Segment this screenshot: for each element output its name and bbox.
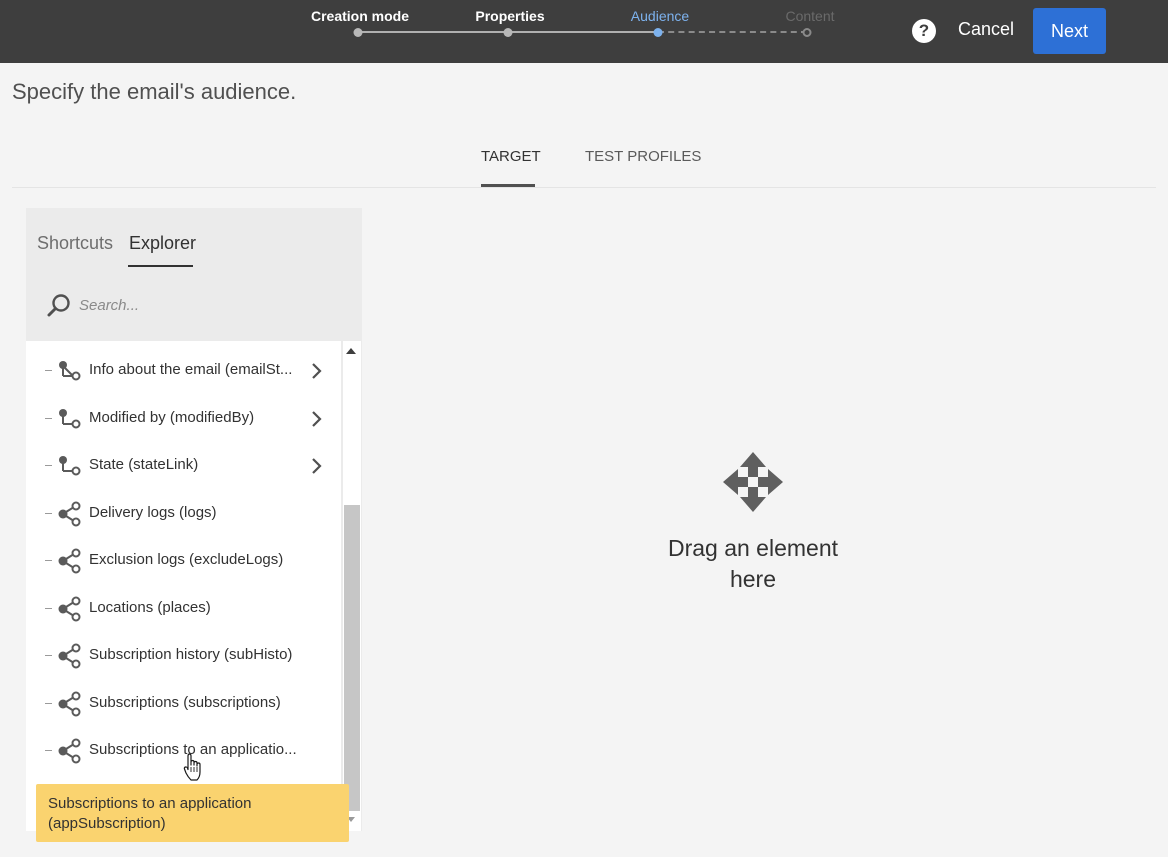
- cancel-button[interactable]: Cancel: [958, 19, 1014, 40]
- tooltip-line-2: (appSubscription): [48, 815, 166, 832]
- active-subtab-indicator: [128, 265, 193, 267]
- search-icon[interactable]: [46, 292, 72, 318]
- step-dot-creation-mode: [353, 28, 363, 37]
- link-icon: [59, 456, 81, 476]
- tabs-divider: [12, 187, 1156, 188]
- tree-item-label: Exclusion logs (excludeLogs): [89, 551, 284, 568]
- collection-link-icon: [58, 691, 81, 717]
- tree-item-label: State (stateLink): [89, 456, 199, 473]
- page-title: Specify the email's audience.: [12, 79, 297, 104]
- tab-test-profiles[interactable]: TEST PROFILES: [585, 148, 701, 165]
- link-icon: [59, 361, 81, 381]
- tree-item-delivery-logs[interactable]: Delivery logs (logs): [26, 492, 341, 536]
- chevron-right-icon[interactable]: [310, 457, 322, 475]
- tree-item-modified-by[interactable]: Modified by (modifiedBy): [26, 397, 341, 441]
- tree-item-locations[interactable]: Locations (places): [26, 587, 341, 631]
- chevron-right-icon[interactable]: [310, 410, 322, 428]
- progress-line-remaining: [658, 31, 807, 33]
- tree-item-subscriptions[interactable]: Subscriptions (subscriptions): [26, 682, 341, 726]
- scroll-up-arrow-icon[interactable]: [346, 348, 356, 354]
- tree-item-label: Subscription history (subHisto): [89, 646, 293, 663]
- tree-item-state[interactable]: State (stateLink): [26, 444, 341, 488]
- tree-connector: [45, 750, 52, 751]
- step-dot-content: [802, 28, 812, 37]
- drop-zone-line-1: Drag an element: [667, 535, 839, 561]
- hand-cursor-icon: [183, 753, 201, 781]
- tab-target[interactable]: TARGET: [481, 148, 541, 165]
- tree-connector: [45, 418, 52, 419]
- item-tooltip: Subscriptions to an application (appSubs…: [36, 784, 349, 842]
- chevron-right-icon[interactable]: [310, 362, 322, 380]
- collection-link-icon: [58, 738, 81, 764]
- step-content: Content: [785, 8, 835, 24]
- wizard-header: Creation mode Properties Audience Conten…: [0, 0, 1168, 63]
- tree-connector: [45, 608, 52, 609]
- tree-connector: [45, 465, 52, 466]
- tree-item-label: Modified by (modifiedBy): [89, 409, 255, 426]
- tree-connector: [45, 655, 52, 656]
- tree-connector: [45, 560, 52, 561]
- collection-link-icon: [58, 548, 81, 574]
- step-dot-properties: [503, 28, 513, 37]
- step-properties[interactable]: Properties: [475, 8, 544, 24]
- tree-item-label: Locations (places): [89, 599, 211, 616]
- tooltip-line-1: Subscriptions to an application: [48, 795, 252, 812]
- tree-item-label: Info about the email (emailSt...: [89, 361, 293, 378]
- next-button[interactable]: Next: [1033, 8, 1106, 54]
- scrollbar-thumb[interactable]: [344, 505, 360, 811]
- collection-link-icon: [58, 596, 81, 622]
- link-icon: [59, 409, 81, 429]
- subtab-explorer[interactable]: Explorer: [129, 233, 196, 254]
- move-icon: [723, 452, 783, 512]
- search-input[interactable]: [79, 292, 339, 318]
- tree-item-email-status[interactable]: Info about the email (emailSt...: [26, 349, 341, 393]
- help-button[interactable]: ?: [912, 19, 936, 43]
- step-creation-mode[interactable]: Creation mode: [311, 8, 409, 24]
- tree-connector: [45, 513, 52, 514]
- drop-zone-line-2: here: [729, 566, 777, 592]
- tree-connector: [45, 703, 52, 704]
- drop-zone-text: Drag an element here: [653, 533, 853, 595]
- collection-link-icon: [58, 501, 81, 527]
- tree-item-exclusion-logs[interactable]: Exclusion logs (excludeLogs): [26, 539, 341, 583]
- subtab-shortcuts[interactable]: Shortcuts: [37, 233, 113, 254]
- tree-item-label: Subscriptions (subscriptions): [89, 694, 281, 711]
- tree-connector: [45, 370, 52, 371]
- step-dot-audience: [653, 28, 663, 37]
- step-audience[interactable]: Audience: [631, 8, 689, 24]
- tree-item-subscription-history[interactable]: Subscription history (subHisto): [26, 634, 341, 678]
- tree-item-label: Delivery logs (logs): [89, 504, 217, 521]
- collection-link-icon: [58, 643, 81, 669]
